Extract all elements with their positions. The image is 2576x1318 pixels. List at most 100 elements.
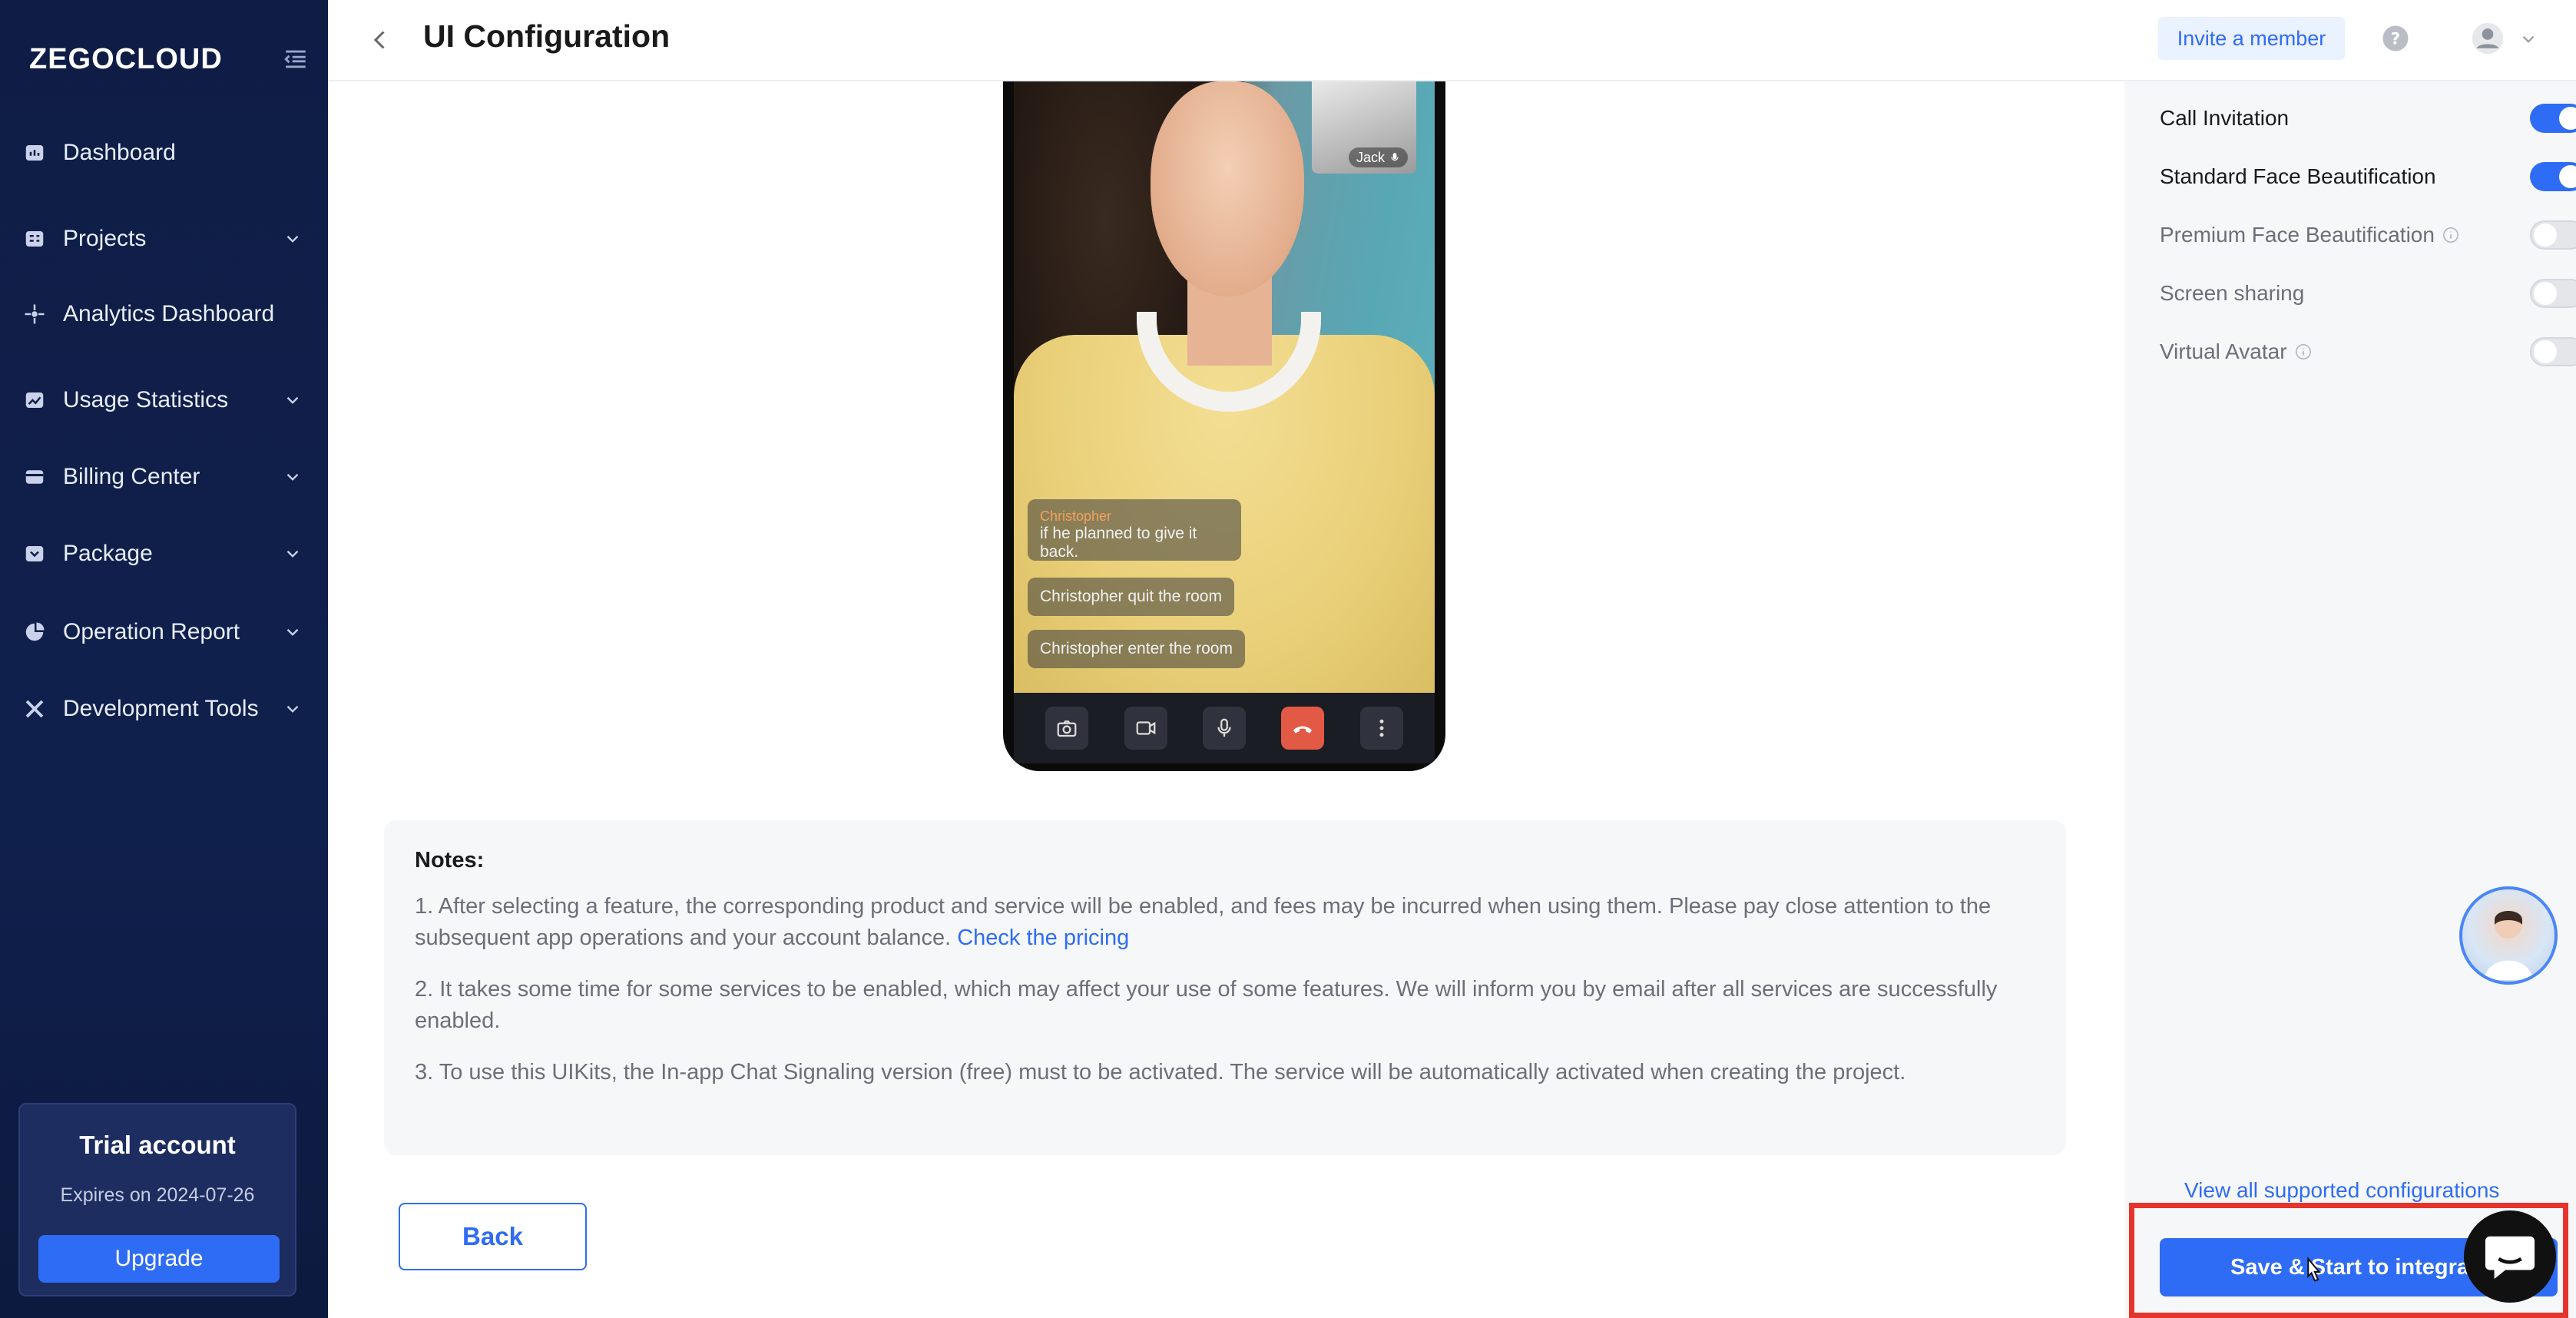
chat-message: Christopher if he planned to give it bac… <box>1028 499 1241 561</box>
trial-account-card: Trial account Expires on 2024-07-26 Upgr… <box>18 1103 296 1296</box>
assistant-person-icon <box>2484 911 2533 980</box>
chevron-down-icon <box>286 628 299 636</box>
feature-row-screen-sharing: Screen sharing <box>2160 270 2576 316</box>
toggle-knob <box>2559 165 2576 188</box>
notes-title: Notes: <box>415 848 485 873</box>
sidebar-item-label: Usage Statistics <box>63 387 229 412</box>
mouse-cursor-icon <box>2307 1257 2321 1282</box>
feature-row-premium-face-beautification: Premium Face Beautification <box>2160 212 2576 258</box>
feature-toggle[interactable] <box>2530 279 2576 308</box>
sidebar-item-label: Operation Report <box>63 619 240 644</box>
sidebar-item-dashboard[interactable]: Dashboard <box>0 126 328 180</box>
chat-text: if he planned to give it back. <box>1040 525 1197 561</box>
tools-icon <box>25 700 44 718</box>
feature-label: Standard Face Beautification <box>2160 164 2436 188</box>
usage-icon <box>25 392 44 408</box>
back-arrow-icon[interactable] <box>366 26 394 54</box>
sidebar-item-label: Package <box>63 541 153 566</box>
back-button[interactable]: Back <box>399 1203 587 1270</box>
pip-video[interactable]: Jack <box>1312 81 1416 174</box>
billing-icon <box>25 470 44 484</box>
phone-preview: Jack Christopher if he planned to give i… <box>1003 81 1445 771</box>
info-icon[interactable] <box>2442 227 2459 243</box>
preview-face <box>1151 81 1304 296</box>
feature-label: Call Invitation <box>2160 106 2290 130</box>
info-icon[interactable] <box>2295 343 2312 360</box>
feature-label: Screen sharing <box>2160 281 2305 305</box>
chevron-down-icon <box>286 473 299 481</box>
note-1: 1. After selecting a feature, the corres… <box>415 891 2035 954</box>
pip-name-label: Jack <box>1349 147 1409 167</box>
pip-name: Jack <box>1356 149 1386 165</box>
sidebar-item-operation-report[interactable]: Operation Report <box>0 605 328 659</box>
sidebar-item-label: Dashboard <box>63 140 176 165</box>
collapse-sidebar-icon[interactable] <box>283 46 309 72</box>
sidebar-item-package[interactable]: Package <box>0 527 328 581</box>
more-options-button[interactable] <box>1359 707 1403 750</box>
note-2: 2. It takes some time for some services … <box>415 977 1998 1033</box>
system-message: Christopher quit the room <box>1028 578 1234 616</box>
feature-row-virtual-avatar: Virtual Avatar <box>2160 329 2576 375</box>
call-control-bar <box>1014 693 1435 763</box>
chevron-down-icon[interactable] <box>2518 29 2538 49</box>
toggle-knob <box>2534 224 2557 247</box>
system-message-text: Christopher quit the room <box>1040 588 1222 605</box>
projects-icon <box>25 231 44 247</box>
feature-row-standard-face-beautification: Standard Face Beautification <box>2160 154 2576 200</box>
sidebar-item-analytics[interactable]: Analytics Dashboard <box>0 287 328 341</box>
sidebar-item-label: Analytics Dashboard <box>63 301 275 326</box>
view-all-configurations-link[interactable]: View all supported configurations <box>2184 1178 2499 1203</box>
feature-toggle[interactable] <box>2530 104 2576 133</box>
user-avatar-icon[interactable] <box>2471 22 2505 55</box>
brand-logo[interactable]: ZEGOCLOUD <box>29 43 223 76</box>
camera-icon <box>1057 720 1077 737</box>
help-icon[interactable]: ? <box>2382 25 2409 52</box>
chevron-down-icon <box>286 235 299 243</box>
report-icon <box>25 622 45 641</box>
mic-toggle-button[interactable] <box>1202 707 1246 750</box>
assistant-avatar[interactable] <box>2459 886 2558 985</box>
hang-up-button[interactable] <box>1281 707 1325 750</box>
sidebar-item-usage-statistics[interactable]: Usage Statistics <box>0 373 328 427</box>
analytics-icon <box>25 304 45 324</box>
chat-bubble-icon <box>2485 1236 2535 1280</box>
trial-title: Trial account <box>79 1131 236 1159</box>
video-call-screen: Jack Christopher if he planned to give i… <box>1014 81 1435 693</box>
feature-row-call-invitation: Call Invitation <box>2160 95 2576 141</box>
sidebar-item-development-tools[interactable]: Development Tools <box>0 682 328 736</box>
video-icon <box>1136 721 1155 735</box>
video-toggle-button[interactable] <box>1124 707 1167 750</box>
sidebar: ZEGOCLOUD Dashboard Projects Analytics D… <box>0 0 328 1318</box>
chat-sender: Christopher <box>1040 508 1112 524</box>
sidebar-item-label: Projects <box>63 226 147 251</box>
top-bar: UI Configuration Invite a member ? <box>328 0 2576 81</box>
microphone-icon <box>1217 718 1231 737</box>
sidebar-item-label: Billing Center <box>63 464 200 489</box>
toggle-knob <box>2534 340 2557 363</box>
upgrade-button[interactable]: Upgrade <box>38 1235 280 1283</box>
chat-support-button[interactable] <box>2464 1210 2556 1303</box>
invite-member-button[interactable]: Invite a member <box>2158 17 2345 60</box>
sidebar-item-label: Development Tools <box>63 696 259 721</box>
feature-label: Premium Face Beautification <box>2160 223 2435 247</box>
toggle-knob <box>2559 107 2576 130</box>
camera-flip-button[interactable] <box>1045 707 1089 750</box>
sidebar-item-projects[interactable]: Projects <box>0 212 328 266</box>
feature-toggle[interactable] <box>2530 220 2576 250</box>
chevron-down-icon <box>286 550 299 558</box>
feature-label: Virtual Avatar <box>2160 339 2287 363</box>
mic-icon <box>1391 153 1399 161</box>
trial-expiry: Expires on 2024-07-26 <box>60 1184 255 1206</box>
check-pricing-link[interactable]: Check the pricing <box>957 926 1129 950</box>
svg-text:?: ? <box>2391 30 2400 48</box>
more-vertical-icon <box>1379 719 1384 737</box>
package-icon <box>25 546 44 561</box>
note-3: 3. To use this UIKits, the In-app Chat S… <box>415 1060 1906 1085</box>
feature-toggle[interactable] <box>2530 162 2576 191</box>
sidebar-item-billing-center[interactable]: Billing Center <box>0 450 328 504</box>
page-title: UI Configuration <box>423 18 670 54</box>
system-message: Christopher enter the room <box>1028 630 1245 668</box>
feature-toggle[interactable] <box>2530 337 2576 366</box>
system-message-text: Christopher enter the room <box>1040 640 1233 657</box>
hang-up-icon <box>1293 726 1313 734</box>
